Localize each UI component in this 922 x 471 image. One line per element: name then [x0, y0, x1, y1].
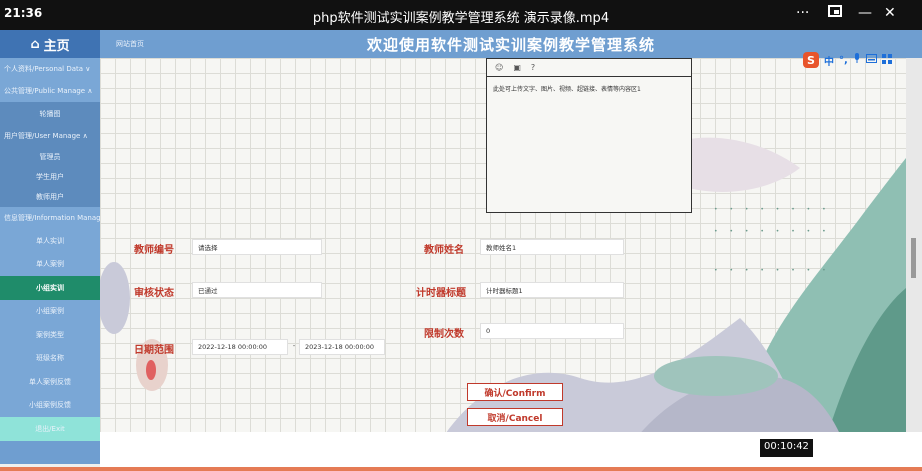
editor-content[interactable]: 此处可上传文字、图片、视频、超链接、表情等内容区1	[493, 84, 641, 93]
timer-title-field[interactable]: 计时器标题1	[480, 282, 624, 298]
home-link[interactable]: ⌂ 主页	[0, 30, 100, 58]
sidebar-item-teacher[interactable]: 教师用户	[0, 187, 100, 207]
rich-text-editor[interactable]: ☺ ▣ ? 此处可上传文字、图片、视频、超链接、表情等内容区1	[486, 58, 692, 213]
sidebar-item-carousel[interactable]: 轮播图	[0, 102, 100, 125]
sidebar-item-group-training[interactable]: 小组实训	[0, 276, 100, 300]
nav-group-user[interactable]: 用户管理/User Manage ∧	[0, 125, 100, 147]
date-end-field[interactable]: 2023-12-18 00:00:00	[299, 339, 385, 355]
status-field[interactable]: 已通过	[192, 282, 322, 298]
window-icon[interactable]	[828, 5, 842, 21]
help-icon[interactable]: ?	[531, 63, 535, 72]
sidebar-item-group-case[interactable]: 小组案例	[0, 299, 100, 323]
teacher-no-label: 教师编号	[134, 245, 174, 256]
image-icon[interactable]: ▣	[513, 63, 521, 72]
timecode: 00:10:42	[760, 439, 813, 457]
video-player-window: 21:36 php软件测试实训案例教学管理系统 演示录像.mp4 ··· — ✕…	[0, 0, 922, 471]
date-start-field[interactable]: 2022-12-18 00:00:00	[192, 339, 288, 355]
sidebar-item-student[interactable]: 学生用户	[0, 167, 100, 187]
sidebar-item-single-case[interactable]: 单人案例	[0, 252, 100, 276]
chevron-up-icon: ∧	[87, 87, 93, 95]
sogou-logo: S	[803, 52, 819, 68]
sidebar: ⌂ 主页 个人资料/Personal Data ∨ 公共管理/Public Ma…	[0, 30, 110, 464]
chevron-down-icon: ∨	[85, 65, 91, 73]
keyboard-icon[interactable]	[865, 54, 877, 66]
page-title: 欢迎使用软件测试实训案例教学管理系统	[366, 36, 655, 54]
red-ellipse	[146, 360, 156, 380]
confirm-button[interactable]: 确认/Confirm	[467, 383, 563, 401]
nav-group-label: 信息管理/Information Manage	[4, 214, 105, 222]
chevron-up-icon: ∧	[82, 132, 88, 140]
date-separator: -	[292, 342, 296, 350]
nav-group-label: 公共管理/Public Manage	[4, 87, 86, 95]
ime-toolbar[interactable]: S 中 °,	[803, 50, 906, 70]
dot-pattern: • • • • • • • •	[714, 228, 831, 235]
dot-pattern: • • • • • • • •	[714, 267, 831, 274]
grid-icon[interactable]	[881, 53, 892, 67]
teacher-no-select[interactable]: 请选择	[192, 239, 322, 255]
teal-ellipse	[654, 356, 778, 396]
progress-bar[interactable]	[0, 467, 922, 471]
date-range-label: 日期范围	[134, 345, 174, 356]
nav-group-personal[interactable]: 个人资料/Personal Data ∨	[0, 58, 100, 80]
teacher-name-label: 教师姓名	[424, 245, 464, 256]
nav-group-info[interactable]: 信息管理/Information Manage ∨	[0, 207, 110, 229]
sidebar-item-admin[interactable]: 管理员	[0, 147, 100, 167]
status-label: 审核状态	[134, 288, 174, 299]
main-content: • • • • • • • • • • • • • • • • • • • • …	[100, 58, 906, 460]
sidebar-item-single-training[interactable]: 单人实训	[0, 229, 100, 253]
ime-punct[interactable]: °,	[839, 55, 848, 66]
home-label: 主页	[43, 38, 70, 54]
sidebar-item-exit[interactable]: 退出/Exit	[0, 417, 100, 441]
limit-label: 限制次数	[424, 329, 464, 340]
minimize-button[interactable]: —	[858, 5, 872, 21]
left-lavender-ellipse	[100, 262, 130, 334]
nav-group-label: 用户管理/User Manage	[4, 132, 81, 140]
sidebar-item-case-type[interactable]: 案例类型	[0, 323, 100, 347]
video-title: php软件测试实训案例教学管理系统 演示录像.mp4	[312, 11, 610, 26]
close-button[interactable]: ✕	[884, 5, 896, 21]
limit-field[interactable]: 0	[480, 323, 624, 339]
top-header: 网站首页 欢迎使用软件测试实训案例教学管理系统	[100, 30, 922, 58]
cancel-button[interactable]: 取消/Cancel	[467, 408, 563, 426]
scrollbar-thumb[interactable]	[911, 238, 916, 278]
dot-pattern: • • • • • • • •	[714, 206, 831, 213]
scrollbar[interactable]	[906, 58, 922, 460]
timer-title-label: 计时器标题	[416, 288, 466, 299]
more-button[interactable]: ···	[796, 5, 809, 21]
sidebar-item-group-feedback[interactable]: 小组案例反馈	[0, 393, 100, 417]
editor-toolbar: ☺ ▣ ?	[487, 59, 691, 77]
sidebar-item-single-feedback[interactable]: 单人案例反馈	[0, 370, 100, 394]
home-icon: ⌂	[30, 36, 40, 52]
nav-group-label: 个人资料/Personal Data	[4, 65, 84, 73]
mic-icon[interactable]	[853, 53, 861, 67]
nav-group-public[interactable]: 公共管理/Public Manage ∧	[0, 80, 100, 102]
app-frame: ⌂ 主页 个人资料/Personal Data ∨ 公共管理/Public Ma…	[0, 30, 922, 471]
ime-lang[interactable]: 中	[824, 53, 834, 68]
sidebar-item-class-name[interactable]: 班级名称	[0, 346, 100, 370]
emoji-icon[interactable]: ☺	[495, 63, 503, 72]
teacher-name-field[interactable]: 教师姓名1	[480, 239, 624, 255]
player-title-bar: 21:36 php软件测试实训案例教学管理系统 演示录像.mp4 ··· — ✕	[0, 0, 922, 30]
